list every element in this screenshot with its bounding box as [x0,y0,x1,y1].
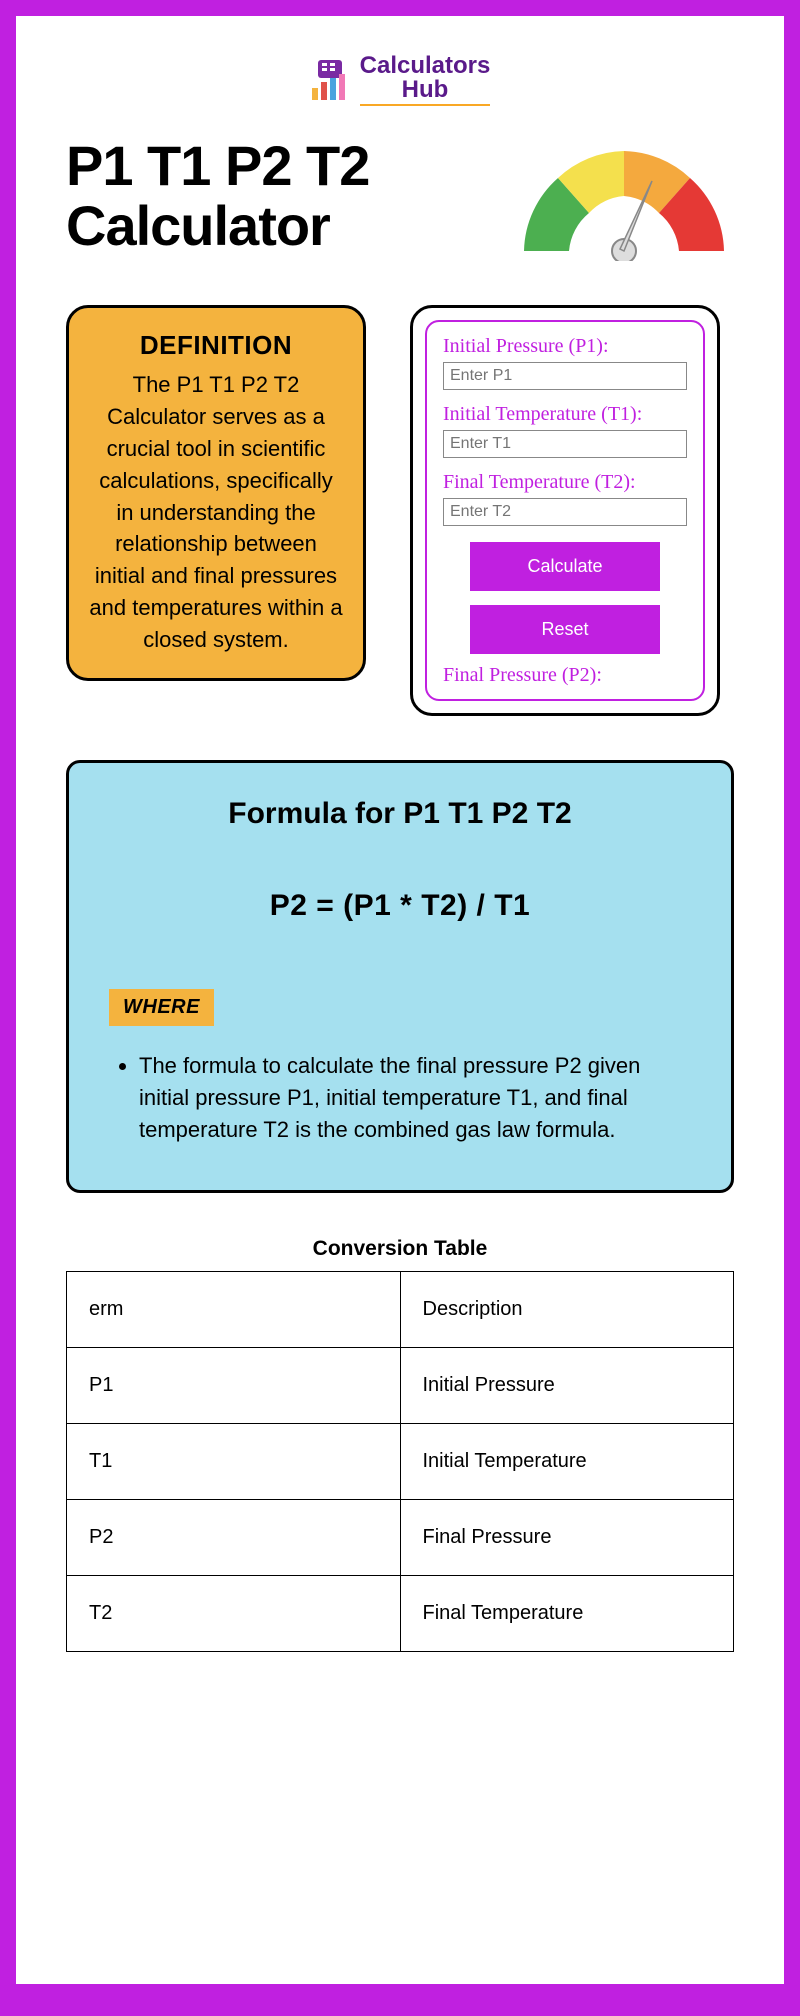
page: Calculators Hub P1 T1 P2 T2 Calculator D… [16,16,784,1984]
p1-input[interactable] [443,362,687,390]
t1-input[interactable] [443,430,687,458]
t2-input[interactable] [443,498,687,526]
formula-description-list: The formula to calculate the final press… [109,1050,691,1146]
table-cell: P1 [67,1347,401,1423]
table-row: T2 Final Temperature [67,1575,734,1651]
t2-label: Final Temperature (T2): [443,470,687,494]
table-cell: Initial Temperature [400,1423,734,1499]
definition-card: DEFINITION The P1 T1 P2 T2 Calculator se… [66,305,366,681]
table-cell: P2 [67,1499,401,1575]
table-cell: Description [400,1271,734,1347]
conversion-table: erm Description P1 Initial Pressure T1 I… [66,1271,734,1652]
formula-description: The formula to calculate the final press… [139,1050,691,1146]
button-group: Calculate Reset [443,542,687,654]
calculator-card: Initial Pressure (P1): Initial Temperatu… [410,305,720,716]
table-cell: Final Pressure [400,1499,734,1575]
gauge-icon [514,141,734,251]
table-cell: T2 [67,1575,401,1651]
formula-card: Formula for P1 T1 P2 T2 P2 = (P1 * T2) /… [66,760,734,1193]
result-label: Final Pressure (P2): [443,664,687,687]
table-row: erm Description [67,1271,734,1347]
where-badge: WHERE [109,989,214,1026]
definition-body: The P1 T1 P2 T2 Calculator serves as a c… [89,369,343,656]
p1-label: Initial Pressure (P1): [443,334,687,358]
calculate-button[interactable]: Calculate [470,542,660,591]
reset-button[interactable]: Reset [470,605,660,654]
table-row: P2 Final Pressure [67,1499,734,1575]
t2-field: Final Temperature (T2): [443,470,687,526]
conversion-table-title: Conversion Table [66,1237,734,1261]
table-cell: erm [67,1271,401,1347]
definition-heading: DEFINITION [89,330,343,361]
table-row: P1 Initial Pressure [67,1347,734,1423]
table-row: T1 Initial Temperature [67,1423,734,1499]
p1-field: Initial Pressure (P1): [443,334,687,390]
logo: Calculators Hub [310,54,491,106]
formula-equation: P2 = (P1 * T2) / T1 [109,889,691,923]
logo-text: Calculators Hub [360,54,491,106]
table-cell: T1 [67,1423,401,1499]
t1-label: Initial Temperature (T1): [443,402,687,426]
mid-row: DEFINITION The P1 T1 P2 T2 Calculator se… [66,305,734,716]
hero-row: P1 T1 P2 T2 Calculator [66,136,734,257]
table-cell: Final Temperature [400,1575,734,1651]
calculator-bars-icon [310,60,350,100]
page-title: P1 T1 P2 T2 Calculator [66,136,514,257]
t1-field: Initial Temperature (T1): [443,402,687,458]
formula-heading: Formula for P1 T1 P2 T2 [109,797,691,831]
calculator-inner: Initial Pressure (P1): Initial Temperatu… [425,320,705,701]
logo-text-1: Calculators [360,54,491,78]
logo-area: Calculators Hub [66,54,734,106]
logo-text-2: Hub [360,78,491,106]
table-cell: Initial Pressure [400,1347,734,1423]
